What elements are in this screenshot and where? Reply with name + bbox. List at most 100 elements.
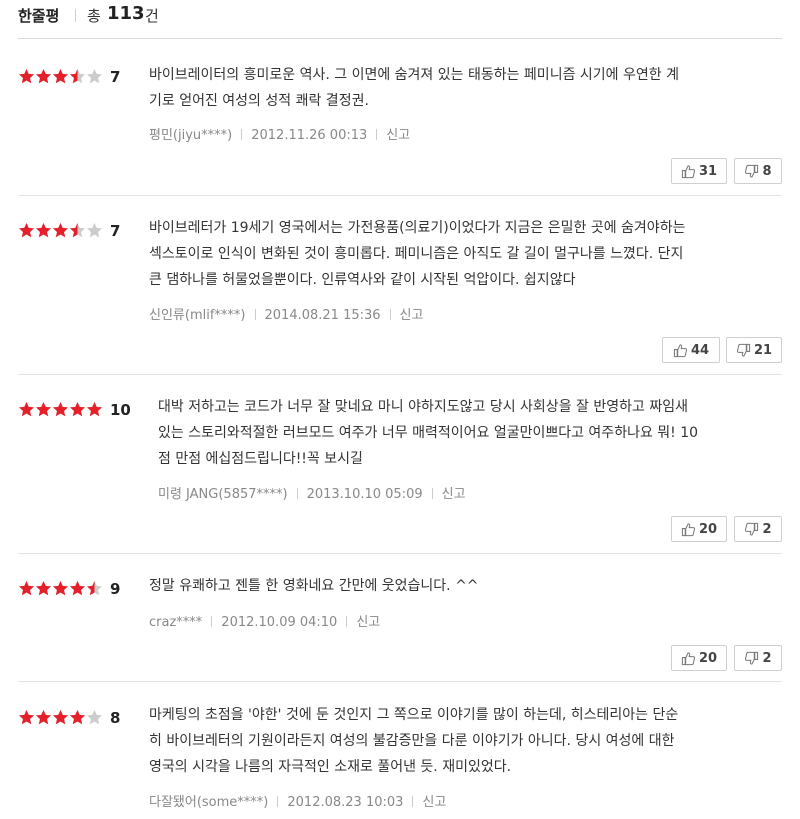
review-meta: 신인류(mlif****) 2014.08.21 15:36 신고 — [149, 304, 423, 323]
star-filled-icon — [19, 69, 34, 84]
review-date: 2012.08.23 10:03 — [287, 795, 404, 810]
star-filled-icon — [36, 69, 51, 84]
meta-divider — [346, 616, 348, 627]
like-button[interactable]: 20 — [671, 516, 727, 542]
review-text-line: 점 만점 에십점드립니다!!꼭 보시길 — [158, 451, 363, 467]
review-text: 바이브레터가 19세기 영국에서는 가전용품(의료기)이었다가 지금은 은밀한 … — [149, 215, 779, 293]
review-text-line: 바이브레터가 19세기 영국에서는 가전용품(의료기)이었다가 지금은 은밀한 … — [149, 220, 686, 236]
review-score: 7 — [110, 68, 121, 86]
review-text: 정말 유쾌하고 젠틀 한 영화네요 간만에 웃었습니다. ^^ — [149, 573, 769, 599]
star-rating — [18, 580, 103, 598]
review-author: 신인류(mlif****) — [149, 308, 246, 323]
like-button[interactable]: 20 — [671, 645, 727, 671]
review-item: 10 대박 저하고는 코드가 너무 잘 맞네요 마니 야하지도않고 당시 사회상… — [18, 399, 782, 554]
star-rating — [18, 68, 103, 86]
meta-divider — [296, 488, 298, 499]
dislike-button[interactable]: 2 — [734, 516, 782, 542]
review-meta: 다잘됐어(some****) 2012.08.23 10:03 신고 — [149, 791, 446, 810]
review-text: 대박 저하고는 코드가 너무 잘 맞네요 마니 야하지도않고 당시 사회상을 잘… — [158, 394, 782, 472]
report-link[interactable]: 신고 — [400, 308, 424, 323]
star-filled-icon — [53, 223, 68, 238]
review-score: 9 — [110, 580, 121, 598]
review-text-line: 대박 저하고는 코드가 너무 잘 맞네요 마니 야하지도않고 당시 사회상을 잘… — [158, 399, 688, 415]
dislike-count: 2 — [762, 650, 772, 666]
like-count: 44 — [690, 342, 710, 358]
review-author: 미령 JANG(5857****) — [158, 487, 288, 502]
dislike-count: 21 — [753, 342, 773, 358]
review-author: 다잘됐어(some****) — [149, 795, 269, 810]
review-item: 8 마케팅의 초점을 '야한' 것에 둔 것인지 그 쪽으로 이야기를 많이 하… — [18, 707, 782, 819]
meta-divider — [211, 616, 213, 627]
review-text-line: 영국의 시각을 나름의 자극적인 소재로 풀어낸 듯. 재미있었다. — [149, 759, 512, 775]
review-score: 10 — [110, 401, 131, 419]
star-rating — [18, 709, 103, 727]
review-text: 마케팅의 초점을 '야한' 것에 둔 것인지 그 쪽으로 이야기를 많이 하는데… — [149, 702, 779, 780]
star-empty-icon — [87, 710, 102, 725]
report-link[interactable]: 신고 — [356, 615, 380, 630]
total-prefix: 총 — [87, 7, 101, 25]
thumbs-down-icon — [745, 651, 759, 665]
review-header: 한줄평 총 113 건 — [18, 0, 782, 39]
dislike-button[interactable]: 2 — [734, 645, 782, 671]
dislike-count: 8 — [762, 163, 772, 179]
total-count: 113 — [107, 3, 145, 24]
review-date: 2013.10.10 05:09 — [306, 487, 423, 502]
review-item: 9 정말 유쾌하고 젠틀 한 영화네요 간만에 웃었습니다. ^^ craz**… — [18, 578, 782, 682]
thumbs-down-icon — [745, 164, 759, 178]
star-filled-icon — [53, 402, 68, 417]
meta-divider — [389, 309, 391, 320]
report-link[interactable]: 신고 — [442, 487, 466, 502]
review-text-line: 히 바이브레터의 기원이라든지 여성의 불감증만을 다룬 이야기가 아니다. 당… — [149, 733, 675, 749]
thumbs-up-icon — [681, 164, 696, 178]
review-author: craz**** — [149, 615, 203, 630]
meta-divider — [254, 309, 256, 320]
star-half-icon — [87, 581, 102, 596]
total-suffix: 건 — [145, 7, 159, 25]
review-text-line: 큰 댐하나를 허물었을뿐이다. 인류역사와 같이 시작된 억압이다. 쉽지않다 — [149, 272, 576, 288]
review-item: 7 바이브레터가 19세기 영국에서는 가전용품(의료기)이었다가 지금은 은밀… — [18, 220, 782, 375]
review-text-line: 있는 스토리와적절한 러브모드 여주가 너무 매력적이어요 얼굴만이쁘다고 여주… — [158, 425, 699, 441]
review-text-line: 기로 얻어진 여성의 성적 쾌락 결정권. — [149, 93, 369, 109]
dislike-button[interactable]: 8 — [734, 158, 782, 184]
review-meta: craz**** 2012.10.09 04:10 신고 — [149, 611, 380, 630]
star-filled-icon — [70, 402, 85, 417]
star-filled-icon — [70, 581, 85, 596]
review-meta: 평민(jiyu****) 2012.11.26 00:13 신고 — [149, 124, 410, 143]
thumbs-up-icon — [673, 343, 688, 357]
star-filled-icon — [19, 710, 34, 725]
review-meta: 미령 JANG(5857****) 2013.10.10 05:09 신고 — [158, 483, 466, 502]
star-filled-icon — [19, 223, 34, 238]
star-filled-icon — [19, 402, 34, 417]
like-button[interactable]: 44 — [662, 337, 720, 363]
header-divider — [75, 9, 76, 22]
meta-divider — [431, 488, 433, 499]
review-date: 2012.10.09 04:10 — [221, 615, 338, 630]
star-filled-icon — [53, 581, 68, 596]
star-filled-icon — [87, 402, 102, 417]
like-button[interactable]: 31 — [671, 158, 727, 184]
star-half-icon — [70, 69, 85, 84]
review-item: 7 바이브레이터의 흥미로운 역사. 그 이면에 숨겨져 있는 태동하는 페미니… — [18, 67, 782, 196]
dislike-button[interactable]: 21 — [726, 337, 782, 363]
star-filled-icon — [53, 710, 68, 725]
review-score: 8 — [110, 709, 121, 727]
star-filled-icon — [36, 223, 51, 238]
star-empty-icon — [87, 223, 102, 238]
star-filled-icon — [36, 581, 51, 596]
star-filled-icon — [36, 402, 51, 417]
report-link[interactable]: 신고 — [386, 128, 410, 143]
review-score: 7 — [110, 222, 121, 240]
section-title: 한줄평 — [18, 7, 60, 25]
thumbs-up-icon — [681, 651, 696, 665]
thumbs-down-icon — [736, 343, 751, 357]
thumbs-down-icon — [745, 522, 759, 536]
star-rating — [18, 222, 103, 240]
star-empty-icon — [87, 69, 102, 84]
meta-divider — [241, 129, 243, 140]
review-text-line: 바이브레이터의 흥미로운 역사. 그 이면에 숨겨져 있는 태동하는 페미니즘 … — [149, 67, 679, 83]
star-filled-icon — [53, 69, 68, 84]
meta-divider — [376, 129, 378, 140]
like-count: 20 — [698, 650, 718, 666]
meta-divider — [412, 796, 414, 807]
report-link[interactable]: 신고 — [422, 795, 446, 810]
